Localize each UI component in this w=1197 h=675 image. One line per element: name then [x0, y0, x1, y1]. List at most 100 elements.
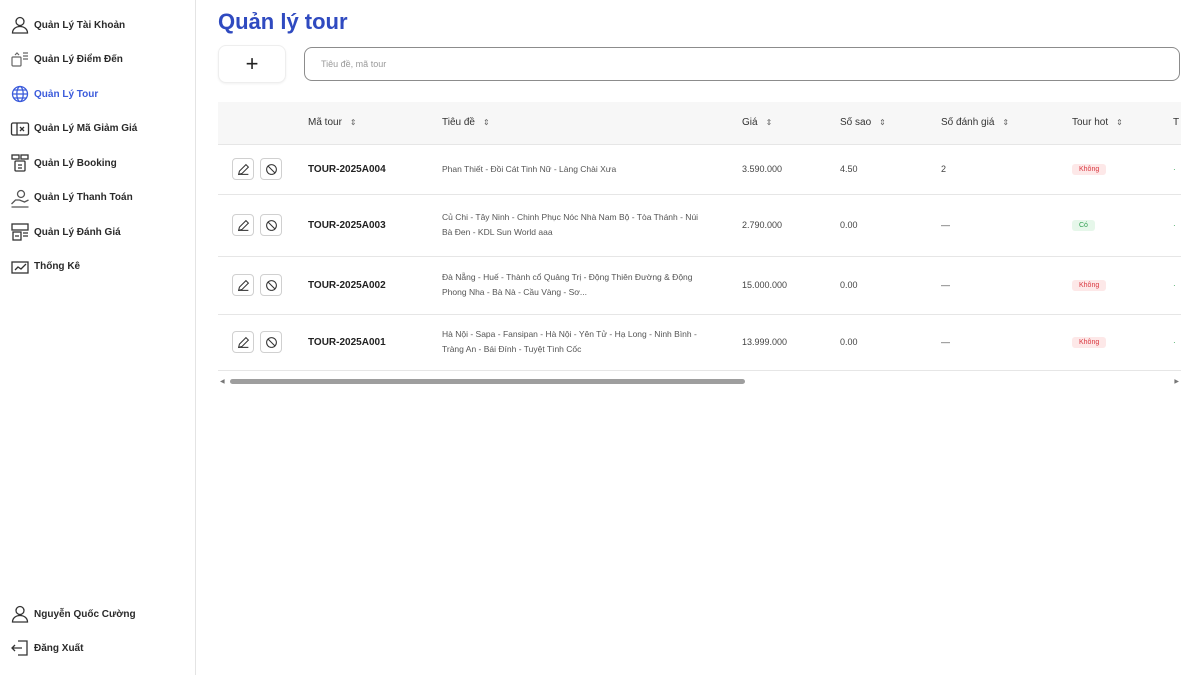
truncated-indicator: · — [1173, 338, 1176, 347]
tour-hot: Có — [1062, 194, 1163, 256]
tour-code: TOUR-2025A002 — [308, 279, 386, 291]
header-title[interactable]: Tiêu đề ⇕ — [432, 102, 732, 144]
user-profile[interactable]: Nguyễn Quốc Cường — [10, 597, 195, 631]
tour-stars: 0.00 — [840, 220, 858, 230]
tour-title: Hà Nội - Sapa - Fansipan - Hà Nội - Yên … — [442, 329, 697, 354]
status-badge: Không — [1072, 280, 1107, 291]
sort-icon: ⇕ — [765, 118, 773, 128]
disable-button[interactable] — [260, 331, 282, 353]
sidebar-item-discounts[interactable]: Quản Lý Mã Giảm Giá — [10, 112, 195, 147]
edit-icon — [237, 336, 249, 348]
sidebar-item-label: Quản Lý Tài Khoản — [34, 19, 126, 31]
sidebar-item-label: Quản Lý Booking — [34, 157, 117, 169]
logout-icon — [10, 638, 34, 658]
row-actions — [218, 144, 298, 194]
logout-button[interactable]: Đăng Xuất — [10, 631, 195, 665]
sidebar-item-statistics[interactable]: Thống Kê — [10, 250, 195, 285]
tour-code: TOUR-2025A004 — [308, 163, 386, 175]
header-code[interactable]: Mã tour ⇕ — [298, 102, 432, 144]
table-row: TOUR-2025A002 Đà Nẵng - Huế - Thành cổ Q… — [218, 256, 1181, 314]
page-title: Quản lý tour — [218, 9, 348, 34]
sidebar-item-label: Quản Lý Đánh Giá — [34, 226, 121, 238]
location-icon — [10, 50, 34, 70]
status-badge: Có — [1072, 220, 1095, 231]
edit-icon — [237, 219, 249, 231]
header-hot[interactable]: Tour hot ⇕ — [1062, 102, 1163, 144]
status-badge: Không — [1072, 337, 1107, 348]
horizontal-scrollbar[interactable]: ◀ ▶ — [218, 377, 1181, 387]
sidebar-item-accounts[interactable]: Quản Lý Tài Khoản — [10, 8, 195, 43]
scrollbar-thumb[interactable] — [230, 378, 745, 384]
sidebar-item-label: Quản Lý Điểm Đến — [34, 54, 123, 66]
sort-icon: ⇕ — [1116, 118, 1123, 128]
edit-button[interactable] — [232, 158, 254, 180]
sidebar-item-payments[interactable]: Quản Lý Thanh Toán — [10, 181, 195, 216]
sidebar-item-label: Quản Lý Tour — [34, 88, 99, 100]
truncated-cell: · — [1163, 256, 1181, 314]
tour-reviews: — — [941, 337, 950, 347]
table-row: TOUR-2025A004 Phan Thiết - Đồi Cát Tinh … — [218, 144, 1181, 194]
sidebar-item-booking[interactable]: Quản Lý Booking — [10, 146, 195, 181]
sort-icon: ⇕ — [482, 118, 490, 128]
sidebar-nav: Quản Lý Tài Khoản Quản Lý Điểm Đến Quản … — [10, 8, 195, 284]
search-input[interactable] — [304, 47, 1180, 81]
toolbar: + — [218, 45, 1185, 83]
table-row: TOUR-2025A001 Hà Nội - Sapa - Fansipan -… — [218, 314, 1181, 370]
edit-button[interactable] — [232, 331, 254, 353]
add-tour-button[interactable]: + — [218, 45, 286, 83]
disable-button[interactable] — [260, 214, 282, 236]
tour-price: 15.000.000 — [742, 280, 788, 290]
tour-hot: Không — [1062, 144, 1163, 194]
truncated-indicator: · — [1173, 165, 1176, 174]
sidebar-item-label: Quản Lý Mã Giảm Giá — [34, 123, 138, 135]
truncated-cell: · — [1163, 194, 1181, 256]
ban-icon — [265, 163, 277, 175]
ticket-icon — [10, 119, 34, 139]
ban-icon — [265, 336, 277, 348]
header-reviews[interactable]: Số đánh giá ⇕ — [931, 102, 1062, 144]
header-price[interactable]: Giá ⇕ — [732, 102, 830, 144]
edit-button[interactable] — [232, 274, 254, 296]
sidebar: Quản Lý Tài Khoản Quản Lý Điểm Đến Quản … — [0, 0, 196, 675]
tour-price: 3.590.000 — [742, 164, 783, 174]
tour-table-wrapper: Mã tour ⇕ Tiêu đề ⇕ Giá ⇕ Số sao ⇕ Số đánh g… — [218, 102, 1181, 371]
disable-button[interactable] — [260, 274, 282, 296]
sidebar-item-label: Quản Lý Thanh Toán — [34, 192, 133, 204]
table-header-row: Mã tour ⇕ Tiêu đề ⇕ Giá ⇕ Số sao ⇕ Số đánh g… — [218, 102, 1181, 144]
sidebar-item-reviews[interactable]: Quản Lý Đánh Giá — [10, 215, 195, 250]
main-content: Quản lý tour + Mã tour⇕ Tiêu đề⇕ Giá⇕ Số… — [196, 0, 1197, 675]
tour-table: Mã tour ⇕ Tiêu đề ⇕ Giá ⇕ Số sao ⇕ Số đánh g… — [218, 102, 1181, 371]
sidebar-footer: Nguyễn Quốc Cường Đăng Xuất — [10, 597, 195, 665]
tour-price: 13.999.000 — [742, 337, 788, 347]
truncated-cell: · — [1163, 314, 1181, 370]
scroll-right-icon[interactable]: ▶ — [1174, 378, 1179, 385]
user-name: Nguyễn Quốc Cường — [34, 608, 136, 620]
disable-button[interactable] — [260, 158, 282, 180]
edit-button[interactable] — [232, 214, 254, 236]
header-actions — [218, 102, 298, 144]
header-truncated: T — [1173, 117, 1180, 129]
globe-icon — [10, 84, 34, 104]
sidebar-item-destinations[interactable]: Quản Lý Điểm Đến — [10, 43, 195, 78]
truncated-cell: · — [1163, 144, 1181, 194]
sidebar-item-label: Thống Kê — [34, 261, 81, 273]
row-actions — [218, 314, 298, 370]
tour-price: 2.790.000 — [742, 220, 783, 230]
user-icon — [10, 604, 34, 624]
sidebar-item-tours[interactable]: Quản Lý Tour — [10, 77, 195, 112]
tour-hot: Không — [1062, 314, 1163, 370]
header-stars[interactable]: Số sao ⇕ — [830, 102, 931, 144]
tour-reviews: — — [941, 280, 950, 290]
truncated-indicator: · — [1173, 221, 1176, 230]
edit-icon — [237, 279, 249, 291]
sort-icon: ⇕ — [1002, 118, 1010, 128]
payment-icon — [10, 188, 34, 208]
booking-icon — [10, 153, 34, 173]
scroll-left-icon[interactable]: ◀ — [220, 378, 225, 385]
ban-icon — [265, 279, 277, 291]
tour-code: TOUR-2025A001 — [308, 336, 386, 348]
row-actions — [218, 194, 298, 256]
logout-label: Đăng Xuất — [34, 642, 84, 654]
tour-title: Phan Thiết - Đồi Cát Tinh Nữ - Làng Chài… — [442, 163, 617, 174]
status-badge: Không — [1072, 164, 1107, 175]
